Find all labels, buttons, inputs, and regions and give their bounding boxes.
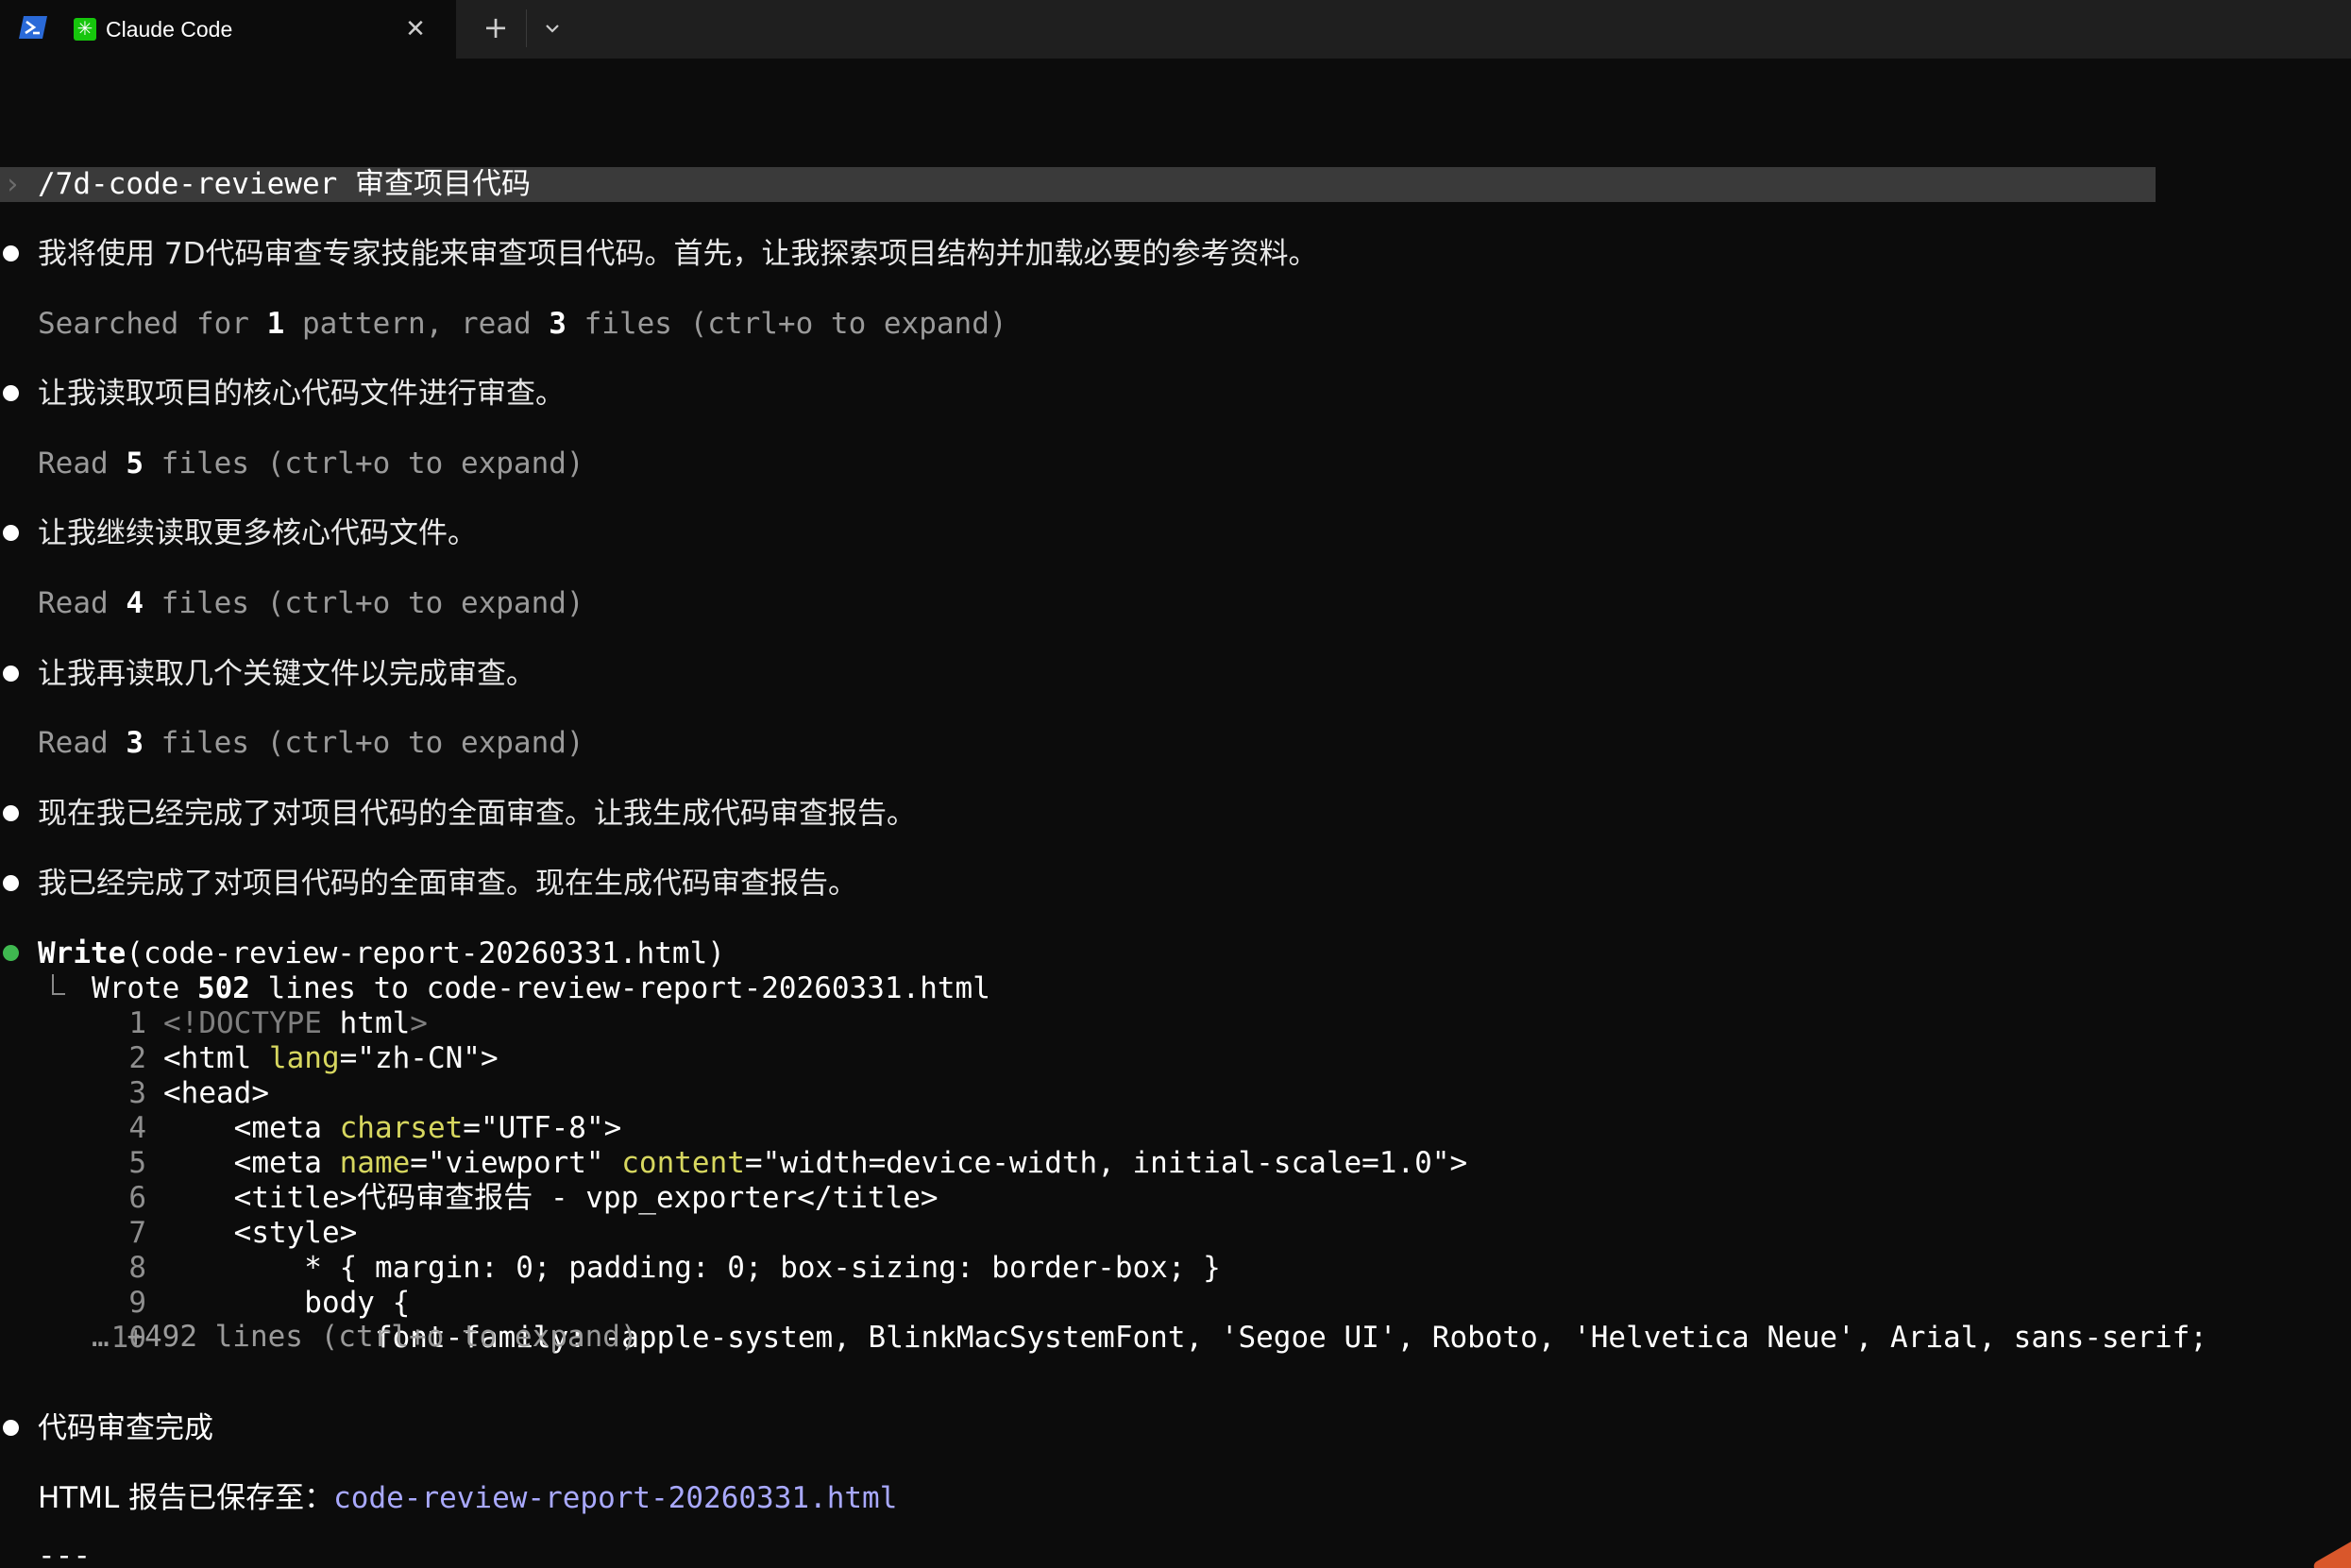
code-text: <title>代码审查报告 - vpp_exporter</title> [163,1181,939,1215]
code-text: <meta name="viewport" content="width=dev… [163,1146,1468,1180]
message-bullet-icon [3,875,19,891]
line-number: 5 [128,1146,146,1180]
tab-title: Claude Code [106,17,233,42]
message-bullet-icon [3,1420,19,1436]
prompt-chevron-icon: › [4,168,22,201]
line-number: 9 [128,1286,146,1320]
assistant-message: 让我再读取几个关键文件以完成审查。 [38,657,535,691]
tab-divider [526,9,527,47]
assistant-message: 我已经完成了对项目代码的全面审查。现在生成代码审查报告。 [38,867,857,901]
expand-more-lines[interactable]: … +492 lines (ctrl+o to expand) [92,1320,638,1355]
powershell-icon [19,16,47,39]
line-number: 3 [128,1076,146,1110]
message-bullet-icon [3,525,19,541]
separator: --- [38,1539,91,1568]
assistant-message: 代码审查完成 [38,1411,213,1445]
code-line: 9 body { [0,1286,2351,1321]
assistant-message: 让我读取项目的核心代码文件进行审查。 [38,377,565,411]
scroll-indicator[interactable] [2311,1536,2351,1568]
tab-claude-code[interactable]: ✳ Claude Code ✕ [0,0,456,59]
message-bullet-icon [3,805,19,821]
code-text: body { [163,1286,411,1320]
code-text: <style> [163,1216,358,1250]
code-text: <html lang="zh-CN"> [163,1041,499,1075]
terminal-output[interactable]: › /7d-code-reviewer 审查项目代码 我将使用 7D代码审查专家… [0,59,2351,1568]
message-bullet-icon [3,666,19,682]
code-text: * { margin: 0; padding: 0; box-sizing: b… [163,1251,1221,1285]
code-text: <head> [163,1076,269,1110]
claude-code-icon: ✳ [74,17,96,41]
tool-summary[interactable]: Read 3 files (ctrl+o to expand) [38,726,584,761]
prompt-text: /7d-code-reviewer 审查项目代码 [38,167,531,201]
code-text: <!DOCTYPE html> [163,1006,428,1040]
code-line: 8 * { margin: 0; padding: 0; box-sizing:… [0,1251,2351,1286]
write-result: Wrote 502 lines to code-review-report-20… [92,971,990,1005]
code-line: 7 <style> [0,1216,2351,1251]
code-text: <meta charset="UTF-8"> [163,1111,622,1145]
write-tool-call: Write(code-review-report-20260331.html) [38,936,725,970]
line-number: 6 [128,1181,146,1215]
close-icon[interactable]: ✕ [400,14,431,44]
tool-bullet-icon [3,945,19,961]
tool-summary[interactable]: Read 4 files (ctrl+o to expand) [38,586,584,621]
line-number: 1 [128,1006,146,1040]
tool-summary[interactable]: Searched for 1 pattern, read 3 files (ct… [38,307,1007,342]
assistant-message: 现在我已经完成了对项目代码的全面审查。让我生成代码审查报告。 [38,797,916,831]
title-bar: ✳ Claude Code ✕ + [0,0,2351,59]
code-line: 1 <!DOCTYPE html> [0,1006,2351,1041]
message-bullet-icon [3,245,19,261]
code-line: 3 <head> [0,1076,2351,1111]
line-number: 4 [128,1111,146,1145]
report-file-link[interactable]: code-review-report-20260331.html [333,1481,897,1515]
assistant-message: 我将使用 7D代码审查专家技能来审查项目代码。首先，让我探索项目结构并加载必要的… [38,237,1318,271]
code-line: 4 <meta charset="UTF-8"> [0,1111,2351,1146]
code-line: 5 <meta name="viewport" content="width=d… [0,1146,2351,1181]
code-line: 6 <title>代码审查报告 - vpp_exporter</title> [0,1181,2351,1216]
chevron-down-icon[interactable] [538,15,567,42]
assistant-message: 让我继续读取更多核心代码文件。 [38,516,477,550]
tool-summary[interactable]: Read 5 files (ctrl+o to expand) [38,447,584,481]
new-tab-button[interactable]: + [480,11,512,43]
tree-connector-icon [52,974,65,995]
line-number: 2 [128,1041,146,1075]
message-bullet-icon [3,385,19,401]
line-number: 8 [128,1251,146,1285]
code-line: 2 <html lang="zh-CN"> [0,1041,2351,1076]
line-number: 7 [128,1216,146,1250]
saved-line: HTML 报告已保存至：code-review-report-20260331.… [38,1481,898,1515]
